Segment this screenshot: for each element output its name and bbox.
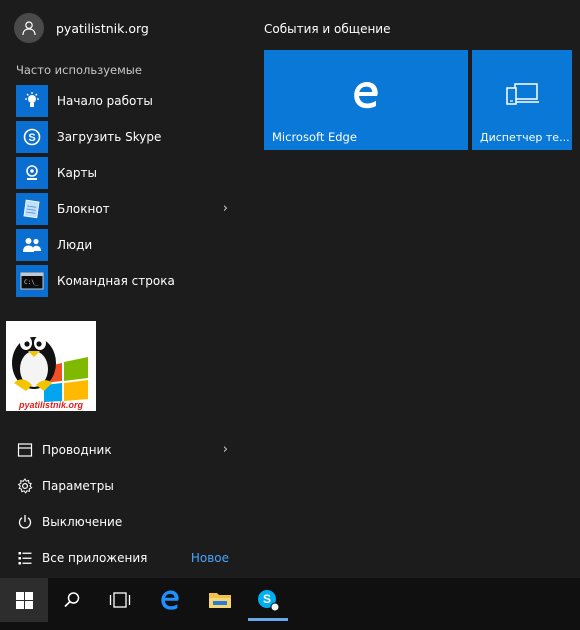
user-avatar-icon (14, 13, 44, 43)
new-badge: Новое (190, 551, 229, 565)
site-logo-image: pyatilistnik.org (6, 321, 96, 411)
app-item-people[interactable]: Люди (0, 227, 244, 263)
power-icon (16, 513, 34, 531)
app-item-command-prompt[interactable]: C:\_ Командная строка (0, 263, 244, 299)
system-item-power[interactable]: Выключение (0, 504, 244, 540)
system-item-label: Проводник (42, 443, 112, 457)
search-button[interactable] (48, 578, 96, 622)
system-item-label: Все приложения (42, 551, 148, 565)
app-label: Загрузить Skype (57, 130, 162, 144)
gear-icon (16, 477, 34, 495)
user-account-button[interactable]: pyatilistnik.org (14, 12, 149, 44)
lightbulb-icon (16, 85, 48, 117)
start-button[interactable] (0, 578, 48, 622)
app-item-notepad[interactable]: Блокнот › (0, 191, 244, 227)
system-item-all-apps[interactable]: Все приложения Новое (0, 540, 244, 576)
tile-device-manager[interactable]: Диспетчер те... (472, 50, 572, 150)
start-menu: pyatilistnik.org Часто используемые Нача… (0, 0, 580, 578)
svg-text:S: S (263, 592, 271, 606)
app-label: Карты (57, 166, 97, 180)
system-item-label: Выключение (42, 515, 123, 529)
system-item-explorer[interactable]: Проводник › (0, 432, 244, 468)
svg-text:C:\_: C:\_ (24, 279, 39, 286)
skype-taskbar-button[interactable]: S (244, 578, 292, 622)
app-item-getting-started[interactable]: Начало работы (0, 83, 244, 119)
people-icon (16, 229, 48, 261)
app-item-maps[interactable]: Карты (0, 155, 244, 191)
active-app-indicator (248, 618, 288, 621)
task-view-button[interactable] (96, 578, 144, 622)
folder-icon (209, 593, 231, 608)
tile-microsoft-edge[interactable]: Microsoft Edge (264, 50, 468, 150)
search-icon (64, 592, 80, 608)
edge-icon (161, 590, 179, 610)
cmd-icon: C:\_ (16, 265, 48, 297)
notepad-icon (16, 193, 48, 225)
explorer-icon (16, 441, 34, 459)
system-list: Проводник › Параметры Выключение Все при… (0, 432, 244, 576)
app-label: Командная строка (57, 274, 175, 288)
device-manager-icon (472, 80, 572, 108)
svg-text:S: S (28, 132, 35, 144)
svg-text:pyatilistnik.org: pyatilistnik.org (18, 400, 84, 410)
edge-taskbar-button[interactable] (146, 578, 194, 622)
app-item-skype[interactable]: S Загрузить Skype (0, 119, 244, 155)
app-label: Начало работы (57, 94, 153, 108)
frequent-section-label: Часто используемые (16, 63, 142, 77)
all-apps-icon (16, 549, 34, 567)
taskbar: S (0, 578, 580, 630)
start-left-column: pyatilistnik.org Часто используемые Нача… (0, 0, 244, 578)
maps-icon (16, 157, 48, 189)
system-item-settings[interactable]: Параметры (0, 468, 244, 504)
file-explorer-taskbar-button[interactable] (196, 578, 244, 622)
skype-icon: S (16, 121, 48, 153)
user-name: pyatilistnik.org (56, 20, 149, 36)
task-view-icon (109, 592, 131, 608)
app-label: Люди (57, 238, 93, 252)
frequent-app-list: Начало работы S Загрузить Skype Карты Бл… (0, 83, 244, 299)
app-label: Блокнот (57, 202, 110, 216)
tile-label: Microsoft Edge (272, 130, 357, 144)
edge-icon (264, 80, 468, 110)
tile-group-title: События и общение (264, 22, 391, 36)
tile-label: Диспетчер те... (480, 131, 570, 144)
chevron-right-icon[interactable]: › (223, 442, 228, 457)
system-item-label: Параметры (42, 479, 114, 493)
windows-logo-icon (15, 591, 33, 609)
skype-icon: S (258, 590, 280, 612)
chevron-right-icon[interactable]: › (223, 201, 228, 216)
